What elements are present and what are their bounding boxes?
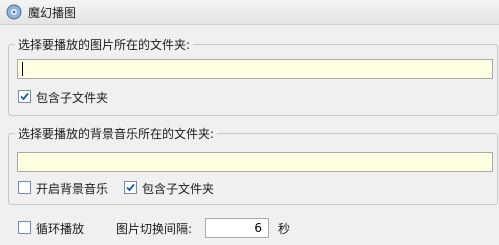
images-folder-legend: 选择要播放的图片所在的文件夹: <box>15 36 194 53</box>
enable-music-label[interactable]: 开启背景音乐 <box>36 180 108 197</box>
checkmark-icon <box>126 183 135 192</box>
enable-music-checkbox[interactable] <box>18 181 31 194</box>
images-include-subfolders-label[interactable]: 包含子文件夹 <box>36 89 108 106</box>
images-include-subfolders-checkbox[interactable] <box>18 90 31 103</box>
interval-label: 图片切换间隔: <box>116 222 193 236</box>
loop-playback-checkbox[interactable] <box>18 221 31 234</box>
app-icon <box>6 4 22 20</box>
loop-playback-label[interactable]: 循环播放 <box>36 220 84 237</box>
music-folder-legend: 选择要播放的背景音乐所在的文件夹: <box>15 125 218 142</box>
text-caret <box>22 62 23 76</box>
images-folder-group: 选择要播放的图片所在的文件夹: 包含子文件夹 <box>8 36 498 116</box>
music-include-subfolders-checkbox[interactable] <box>124 181 137 194</box>
music-include-subfolders-label[interactable]: 包含子文件夹 <box>142 180 214 197</box>
music-folder-input[interactable] <box>17 152 493 172</box>
interval-unit: 秒 <box>278 222 291 236</box>
music-folder-group: 选择要播放的背景音乐所在的文件夹: 开启背景音乐 包含子文件夹 <box>8 125 498 205</box>
interval-input[interactable] <box>205 218 269 238</box>
window-title: 魔幻播图 <box>28 6 77 20</box>
title-bar: 魔幻播图 <box>0 0 499 25</box>
images-folder-input[interactable] <box>17 59 493 79</box>
checkmark-icon <box>20 92 29 101</box>
